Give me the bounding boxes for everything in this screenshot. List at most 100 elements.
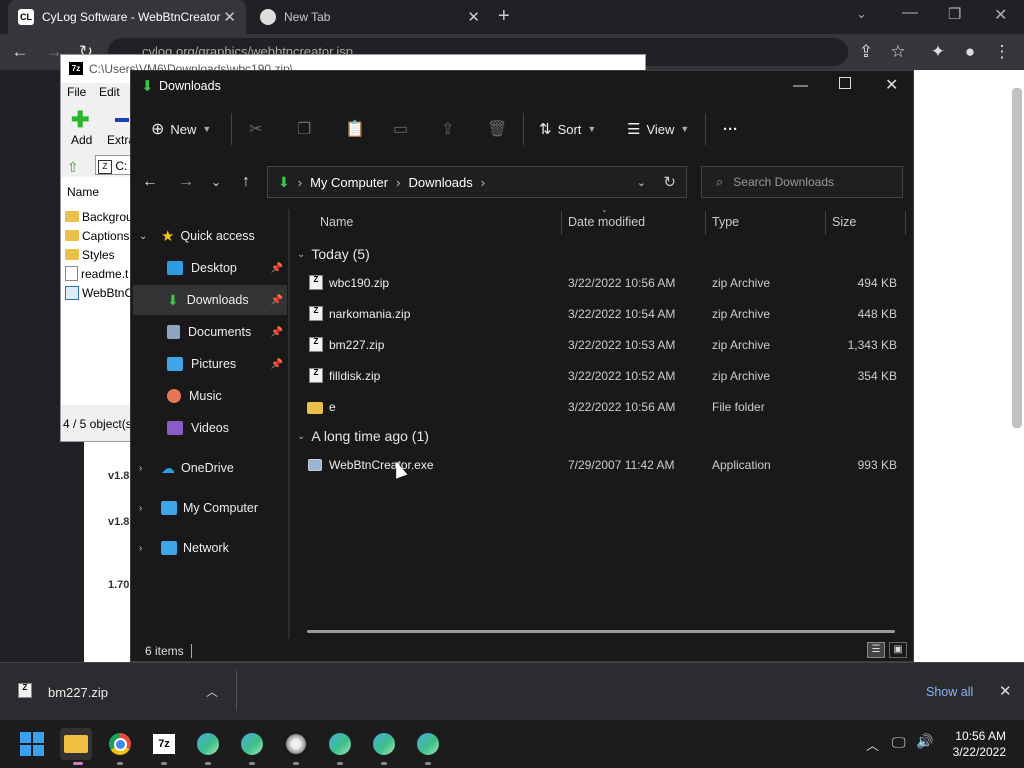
- share-icon[interactable]: ⇪: [854, 40, 878, 64]
- up-arrow-icon[interactable]: ↑: [235, 171, 257, 193]
- list-item[interactable]: Styles: [65, 245, 115, 264]
- chevron-up-icon[interactable]: ︿: [206, 683, 218, 700]
- show-all-link[interactable]: Show all: [926, 685, 973, 699]
- pane-divider[interactable]: [288, 209, 290, 639]
- copy-icon[interactable]: ❐: [297, 117, 311, 141]
- column-divider[interactable]: [561, 211, 562, 235]
- column-header-type[interactable]: Type: [712, 215, 739, 229]
- menu-file[interactable]: File: [67, 85, 86, 99]
- profile-avatar-icon[interactable]: ●: [958, 40, 982, 64]
- back-arrow-icon[interactable]: ←: [139, 171, 161, 193]
- close-tab-icon[interactable]: ✕: [467, 8, 480, 26]
- restore-browser-button[interactable]: ❐: [948, 5, 961, 23]
- file-row[interactable]: Z narkomania.zip 3/22/2022 10:54 AM zip …: [303, 299, 903, 330]
- tab-search-chevron-icon[interactable]: ⌄: [856, 6, 867, 22]
- group-header-today[interactable]: ⌄ Today (5): [297, 246, 370, 262]
- sidebar-item-my-computer[interactable]: › My Computer: [131, 493, 287, 523]
- clock-time[interactable]: 10:56 AM: [952, 729, 1006, 743]
- close-button[interactable]: ✕: [885, 75, 898, 95]
- add-button-label[interactable]: Add: [71, 133, 92, 147]
- breadcrumb-my-computer[interactable]: My Computer: [310, 175, 388, 190]
- rename-icon[interactable]: ▭: [393, 117, 408, 141]
- search-input[interactable]: ⌕ Search Downloads: [701, 166, 903, 198]
- delete-icon[interactable]: 🗑: [487, 117, 507, 141]
- address-bar[interactable]: ⬇ › My Computer › Downloads › ⌄ ↻: [267, 166, 687, 198]
- clock-date[interactable]: 3/22/2022: [946, 745, 1006, 759]
- bookmark-star-icon[interactable]: ☆: [886, 40, 910, 64]
- folder-up-icon[interactable]: ⇧: [67, 159, 79, 176]
- sidebar-item-desktop[interactable]: Desktop 📌: [131, 253, 287, 283]
- download-item-name[interactable]: bm227.zip: [48, 685, 108, 700]
- tab-cylog[interactable]: CL CyLog Software - WebBtnCreator ✕: [8, 0, 246, 34]
- pin-icon[interactable]: 📌: [271, 359, 283, 370]
- menu-edit[interactable]: Edit: [99, 85, 120, 99]
- pin-icon[interactable]: 📌: [271, 327, 283, 338]
- paste-icon[interactable]: 📋: [345, 117, 365, 141]
- page-scrollbar[interactable]: [1012, 88, 1022, 428]
- minimize-button[interactable]: —: [793, 77, 808, 94]
- taskbar-app[interactable]: [368, 728, 400, 760]
- more-options-icon[interactable]: ···: [723, 117, 738, 141]
- list-item[interactable]: WebBtnC: [65, 283, 133, 302]
- taskbar-chrome[interactable]: [104, 728, 136, 760]
- list-item[interactable]: Backgrou: [65, 207, 133, 226]
- file-row[interactable]: Z wbc190.zip 3/22/2022 10:56 AM zip Arch…: [303, 268, 903, 299]
- taskbar-file-explorer[interactable]: [60, 728, 92, 760]
- cut-icon[interactable]: ✂: [249, 117, 262, 141]
- volume-icon[interactable]: 🔊: [916, 733, 933, 750]
- sidebar-item-pictures[interactable]: Pictures 📌: [131, 349, 287, 379]
- 7zip-path-box[interactable]: Z C:: [95, 155, 135, 175]
- view-button[interactable]: ☰ View ▼: [627, 117, 689, 141]
- taskbar-app[interactable]: [192, 728, 224, 760]
- start-button[interactable]: [16, 728, 48, 760]
- sidebar-item-quick-access[interactable]: ⌄ ★ Quick access: [131, 221, 287, 251]
- refresh-icon[interactable]: ↻: [663, 173, 676, 191]
- pin-icon[interactable]: 📌: [271, 295, 283, 306]
- sidebar-item-downloads[interactable]: ⬇ Downloads 📌: [133, 285, 287, 315]
- forward-arrow-icon[interactable]: →: [175, 171, 197, 193]
- column-header-size[interactable]: Size: [832, 215, 856, 229]
- close-tab-icon[interactable]: ✕: [223, 8, 236, 26]
- address-dropdown-icon[interactable]: ⌄: [637, 176, 646, 189]
- column-divider[interactable]: [825, 211, 826, 235]
- sidebar-item-videos[interactable]: Videos: [131, 413, 287, 443]
- add-plus-icon[interactable]: ✚: [71, 109, 89, 131]
- horizontal-scrollbar[interactable]: [307, 630, 895, 633]
- sidebar-item-music[interactable]: Music: [131, 381, 287, 411]
- recent-locations-chevron-icon[interactable]: ⌄: [205, 171, 227, 193]
- extensions-puzzle-icon[interactable]: ✦: [926, 40, 950, 64]
- close-downloads-bar-icon[interactable]: ✕: [999, 682, 1012, 700]
- chrome-menu-icon[interactable]: ⋮: [990, 40, 1014, 64]
- minimize-browser-button[interactable]: —: [902, 4, 918, 22]
- list-item[interactable]: Captions: [65, 226, 129, 245]
- sidebar-item-network[interactable]: › Network: [131, 533, 287, 563]
- pin-icon[interactable]: 📌: [271, 263, 283, 274]
- back-arrow-icon[interactable]: ←: [8, 40, 32, 64]
- column-header-name[interactable]: Name: [320, 215, 353, 229]
- name-column-header[interactable]: Name: [67, 185, 99, 199]
- network-icon[interactable]: 🖵: [892, 734, 906, 751]
- details-view-icon[interactable]: ☰: [867, 642, 885, 658]
- taskbar-app[interactable]: [412, 728, 444, 760]
- show-hidden-icons-chevron-icon[interactable]: ︿: [866, 735, 879, 754]
- close-browser-button[interactable]: ✕: [994, 5, 1007, 25]
- column-header-date[interactable]: Date modified: [568, 215, 645, 229]
- new-tab-button[interactable]: +: [498, 5, 510, 28]
- share-icon[interactable]: ⇪: [441, 117, 454, 141]
- column-divider[interactable]: [905, 211, 906, 235]
- sidebar-item-onedrive[interactable]: › ☁ OneDrive: [131, 453, 287, 483]
- group-header-long-ago[interactable]: ⌄ A long time ago (1): [297, 428, 429, 444]
- new-button[interactable]: ⊕ New ▼: [151, 117, 211, 141]
- taskbar-app[interactable]: [324, 728, 356, 760]
- taskbar-app[interactable]: [236, 728, 268, 760]
- sort-button[interactable]: ⇅ Sort ▼: [539, 117, 596, 141]
- maximize-button[interactable]: [839, 77, 851, 89]
- file-row[interactable]: Z bm227.zip 3/22/2022 10:53 AM zip Archi…: [303, 330, 903, 361]
- list-item[interactable]: readme.t: [65, 264, 128, 283]
- column-divider[interactable]: [705, 211, 706, 235]
- taskbar-app[interactable]: [280, 728, 312, 760]
- taskbar-7zip[interactable]: 7z: [148, 728, 180, 760]
- sidebar-item-documents[interactable]: Documents 📌: [131, 317, 287, 347]
- file-row[interactable]: e 3/22/2022 10:56 AM File folder: [303, 392, 903, 423]
- tab-new-tab[interactable]: New Tab ✕: [250, 0, 490, 34]
